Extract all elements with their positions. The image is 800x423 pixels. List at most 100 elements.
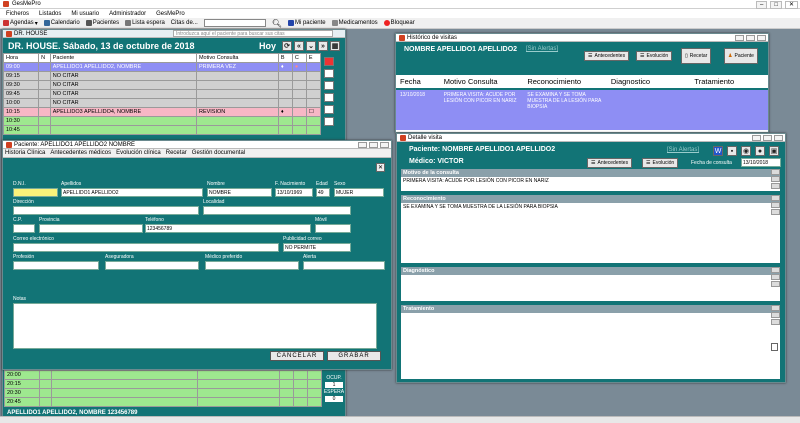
antecedentes-button[interactable]: ☰ Antecedentes [587,158,633,168]
bell-icon[interactable]: ♦ [277,107,293,117]
tab-antecedentes[interactable]: Antecedentes médicos [50,150,111,156]
tratamiento-text[interactable] [401,313,780,315]
lista-espera-button[interactable]: Lista espera [125,20,165,26]
minimize-button[interactable] [735,35,744,41]
motivo-text[interactable]: PRIMERA VISITA: ACUDE POR LESIÓN CON PIC… [401,177,780,185]
maximize-button[interactable] [746,35,755,41]
provincia-input[interactable] [39,224,143,233]
table-row[interactable]: 10:30 [2,116,322,126]
table-row[interactable]: 10:15 APELLIDO3 APELLIDO4, NOMBRE REVISION… [2,107,322,117]
evolucion-button[interactable]: ☰ Evolución [636,51,673,61]
save-icon[interactable]: ▣ [769,146,779,156]
minimize-button[interactable]: – [756,1,768,9]
dni-input[interactable] [13,188,58,197]
search-icon[interactable] [324,93,334,102]
save-button[interactable]: GRABAR [327,351,381,361]
scroll-up-icon[interactable] [771,169,780,175]
today-button[interactable]: Hoy [259,41,276,51]
close-form-icon[interactable]: ✕ [376,163,385,172]
checkbox[interactable]: ☐ [305,107,322,117]
minimize-button[interactable] [752,135,761,141]
maximize-button[interactable] [763,135,772,141]
delete-icon[interactable] [324,69,334,78]
menu-listados[interactable]: Listados [39,11,61,17]
tab-evolucion[interactable]: Evolución clínica [116,150,161,156]
close-button[interactable] [757,35,766,41]
pdf-icon[interactable] [324,57,334,66]
agendas-button[interactable]: Agendas ▾ [3,20,38,27]
sexo-select[interactable]: MUJER [334,188,384,197]
scroll-up-icon[interactable] [771,305,780,311]
refresh-icon[interactable]: ⟳ [282,40,292,51]
table-row[interactable]: 20:00 [3,370,323,380]
document-icon[interactable] [771,343,778,351]
detalle-alert-link[interactable]: [Sin Alertas] [667,147,699,153]
tab-recetar[interactable]: Recetar [166,150,187,156]
table-row[interactable]: 09:30 NO CITAR [2,80,322,90]
notas-textarea[interactable] [13,303,377,349]
citas-search-input[interactable] [203,19,266,27]
scroll-down-icon[interactable] [771,281,780,287]
correo-input[interactable] [13,243,279,252]
list-icon[interactable] [771,274,780,280]
movil-input[interactable] [315,224,351,233]
localidad-input[interactable] [203,206,351,215]
table-row[interactable]: 09:00 APELLIDO1 APELLIDO2, NOMBRE PRIMERA … [2,62,322,72]
search-icon[interactable]: 🔍︎ [272,19,282,28]
menu-gesmepro[interactable]: GesMePro [156,11,185,17]
table-row[interactable]: 10:45 [2,125,322,135]
calendario-button[interactable]: Calendario [43,20,80,26]
scroll-up-icon[interactable] [771,195,780,201]
minimize-button[interactable] [358,142,367,148]
note-icon[interactable] [324,81,334,90]
horizontal-scrollbar[interactable] [0,416,800,423]
scroll-down-icon[interactable] [771,183,780,189]
reconocimiento-text[interactable]: SE EXAMINA Y SE TOMA MUESTRA DE LA LESIÓ… [401,203,780,211]
bell-icon[interactable]: ♦ [277,62,293,72]
historico-alert-link[interactable]: [Sin Alertas] [526,46,558,52]
down-icon[interactable]: ⌄ [306,40,316,51]
pacientes-button[interactable]: Pacientes [85,20,119,26]
edad-input[interactable]: 49 [316,188,330,197]
bloquear-button[interactable]: Bloquear [383,20,415,26]
next-week-icon[interactable]: » [318,40,328,51]
menu-ficheros[interactable]: Ficheros [6,11,29,17]
aseguradora-select[interactable] [105,261,199,270]
table-row[interactable]: 09:15 NO CITAR [2,71,322,81]
menu-administrador[interactable]: Administrador [109,11,146,17]
fnac-input[interactable]: 13/10/1969 [275,188,313,197]
medico-pref-select[interactable] [205,261,299,270]
close-button[interactable]: ✕ [784,1,798,9]
scroll-down-icon[interactable] [771,319,780,325]
table-row[interactable]: 20:30 [3,388,323,398]
word-icon[interactable]: W [713,146,723,156]
scroll-up-icon[interactable] [771,267,780,273]
apellidos-input[interactable]: APELLIDO1 APELLIDO2 [61,188,203,197]
photo-icon[interactable]: ● [755,146,765,156]
user-icon[interactable] [324,105,334,114]
table-row[interactable]: 20:45 [3,397,323,407]
mi-paciente-button[interactable]: Mi paciente [287,20,326,26]
table-row[interactable]: 09:45 NO CITAR [2,89,322,99]
tab-historia-clinica[interactable]: Historia Clínica [5,150,45,156]
close-button[interactable] [380,142,389,148]
table-row[interactable]: 10:00 NO CITAR [2,98,322,108]
close-button[interactable] [774,135,783,141]
telefono-input[interactable]: 123456789 [145,224,311,233]
diagnostico-text[interactable] [401,275,780,277]
recetar-button[interactable]: ▯ Recetar [681,48,712,64]
tab-gestion-documental[interactable]: Gestión documental [192,150,245,156]
table-row[interactable]: 20:15 [3,379,323,389]
camera-icon[interactable]: ◉ [741,146,751,156]
fecha-input[interactable]: 13/10/2018 [741,158,781,167]
list-icon[interactable] [771,202,780,208]
cancel-button[interactable]: CANCELAR [270,351,324,361]
medicamentos-button[interactable]: Medicamentos [331,20,378,26]
cp-input[interactable] [13,224,35,233]
print-icon[interactable]: ▪ [727,146,737,156]
list-icon[interactable] [771,176,780,182]
list-icon[interactable] [771,312,780,318]
profesion-input[interactable] [13,261,99,270]
calendar-icon[interactable]: ▦ [330,40,340,51]
trash-icon[interactable] [324,117,334,126]
